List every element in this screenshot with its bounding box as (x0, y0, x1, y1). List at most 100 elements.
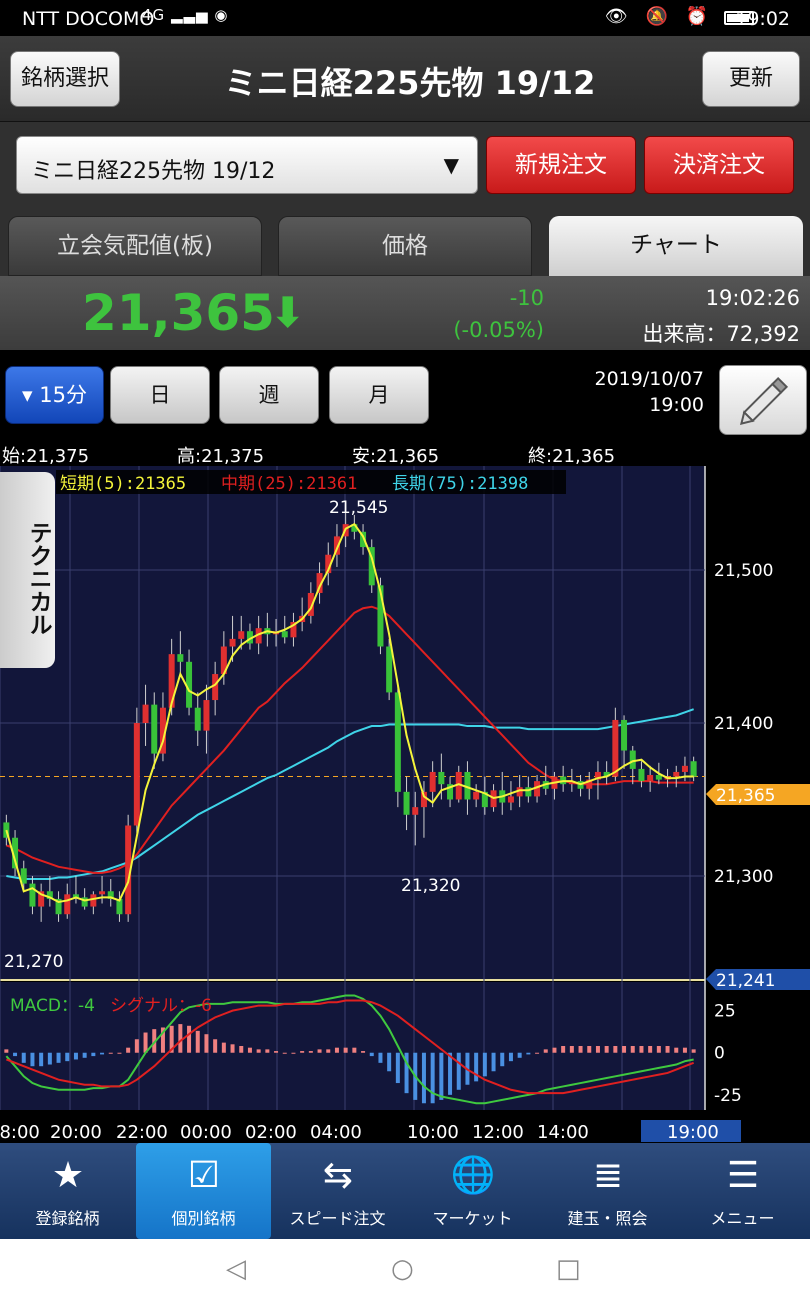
macd-histogram-bar (178, 1024, 183, 1053)
macd-histogram-bar (474, 1052, 479, 1082)
macd-histogram-bar (221, 1042, 226, 1053)
signal-icon: 4G ▂▃▅ ◉ (142, 6, 229, 24)
tab-price[interactable]: 価格 (278, 216, 532, 276)
document-list-icon: ≣ (592, 1155, 624, 1196)
macd-histogram-bar (326, 1049, 331, 1053)
macd-histogram-bar (421, 1052, 426, 1104)
macd-histogram-bar (387, 1052, 392, 1072)
status-icons: 👁 🔕 ⏰ (604, 6, 714, 27)
macd-histogram-bar (578, 1046, 583, 1053)
candle-body (212, 674, 219, 701)
macd-histogram-bar (282, 1052, 287, 1054)
nav-market[interactable]: 🌐 マーケット (405, 1143, 540, 1239)
x-tick-label: 14:00 (537, 1122, 589, 1143)
candle-body (612, 719, 619, 777)
select-symbol-button[interactable]: 銘柄選択 (10, 51, 120, 107)
candle-body (64, 894, 71, 915)
back-icon[interactable]: ◁ (226, 1254, 246, 1284)
macd-histogram-bar (430, 1052, 435, 1104)
star-icon: ★ (51, 1155, 85, 1196)
candle-body (238, 631, 245, 639)
x-tick-label: 12:00 (472, 1122, 524, 1143)
nav-watchlist[interactable]: ★ 登録銘柄 (0, 1143, 135, 1239)
nav-menu[interactable]: ☰ メニュー (675, 1143, 810, 1239)
macd-histogram-bar (500, 1052, 505, 1067)
new-order-button[interactable]: 新規注文 (486, 136, 636, 194)
candle-body (386, 646, 393, 693)
product-select[interactable]: ミニ日経225先物 19/12 ▼ (16, 136, 478, 194)
candle-body (621, 719, 628, 751)
product-select-value: ミニ日経225先物 19/12 (31, 159, 276, 184)
ma-mid-legend: 中期(25):21361 (221, 474, 357, 494)
axis-low-label: 21,241 (716, 971, 775, 991)
y-tick-label: 21,300 (714, 867, 773, 887)
checkbox-icon: ☑ (187, 1155, 221, 1196)
candle-body (90, 894, 97, 907)
macd-histogram-bar (13, 1052, 18, 1057)
candle-body (438, 771, 445, 785)
tab-chart[interactable]: チャート (549, 216, 803, 276)
refresh-button[interactable]: 更新 (702, 51, 800, 107)
current-price-axis-label: 21,365 (716, 786, 775, 806)
macd-histogram-bar (691, 1049, 696, 1053)
macd-histogram-bar (39, 1052, 44, 1067)
settle-order-button[interactable]: 決済注文 (644, 136, 794, 194)
macd-histogram-bar (256, 1049, 261, 1053)
macd-histogram-bar (639, 1046, 644, 1053)
tab-order-book[interactable]: 立会気配値(板) (8, 216, 262, 276)
macd-histogram-bar (213, 1039, 218, 1053)
y-tick-label: 21,400 (714, 714, 773, 734)
x-tick-label: 20:00 (50, 1122, 102, 1143)
nav-watchlist-label: 登録銘柄 (35, 1209, 100, 1228)
macd-histogram-bar (73, 1052, 78, 1060)
macd-histogram-bar (343, 1047, 348, 1053)
macd-histogram-bar (482, 1052, 487, 1077)
macd-histogram-bar (334, 1047, 339, 1053)
candle-body (394, 692, 401, 792)
price-panel: 21,365 ⬇ -10 (-0.05%) 19:02:26 出来高：72,39… (0, 276, 810, 350)
current-price: 21,365 (82, 284, 275, 342)
price-chart[interactable]: 短期(5):21365 中期(25):21361 長期(75):21398 21… (0, 350, 810, 1143)
macd-histogram-bar (21, 1052, 26, 1063)
candle-body (177, 654, 184, 662)
macd-legend: MACD：-4 (10, 996, 95, 1016)
candle-body (473, 791, 480, 800)
candle-body (429, 771, 436, 792)
technical-side-tab[interactable]: テクニカル (0, 472, 55, 668)
status-bar: NTT DOCOMO 4G ▂▃▅ ◉ 👁 🔕 ⏰ 19:02 (0, 0, 810, 36)
macd-tick-label: 25 (714, 1002, 736, 1022)
bottom-nav: ★ 登録銘柄 ☑ 個別銘柄 ⇆ スピード注文 🌐 マーケット ≣ 建玉・照会 ☰… (0, 1143, 810, 1239)
candle-body (203, 700, 210, 731)
macd-histogram-bar (552, 1047, 557, 1053)
macd-histogram-bar (265, 1049, 270, 1053)
x-tick-label: 10:00 (407, 1122, 459, 1143)
macd-histogram-bar (517, 1052, 522, 1058)
macd-histogram-bar (47, 1052, 52, 1065)
macd-histogram-bar (274, 1051, 279, 1053)
macd-histogram-bar (622, 1046, 627, 1053)
candle-body (647, 775, 654, 782)
nav-positions[interactable]: ≣ 建玉・照会 (540, 1143, 675, 1239)
candle-body (194, 707, 201, 731)
price-time: 19:02:26 (705, 286, 800, 310)
candle-body (29, 883, 36, 907)
macd-histogram-bar (526, 1052, 531, 1055)
dropdown-arrow-icon: ▼ (443, 153, 459, 177)
macd-histogram-bar (491, 1052, 496, 1072)
candle-body (629, 750, 636, 769)
macd-histogram-bar (569, 1046, 574, 1053)
annotation-high: 21,545 (329, 498, 388, 518)
nav-individual-symbol[interactable]: ☑ 個別銘柄 (136, 1143, 271, 1239)
recent-apps-icon[interactable]: □ (556, 1254, 581, 1284)
candle-body (681, 765, 688, 772)
macd-histogram-bar (187, 1025, 192, 1053)
macd-histogram-bar (56, 1052, 61, 1063)
candle-body (281, 631, 288, 638)
nav-speed-order[interactable]: ⇆ スピード注文 (270, 1143, 405, 1239)
home-icon[interactable]: ○ (391, 1254, 414, 1284)
macd-histogram-bar (247, 1047, 252, 1053)
candle-body (673, 771, 680, 777)
candle-body (412, 807, 419, 815)
candle-body (151, 704, 158, 754)
macd-histogram-bar (674, 1047, 679, 1053)
